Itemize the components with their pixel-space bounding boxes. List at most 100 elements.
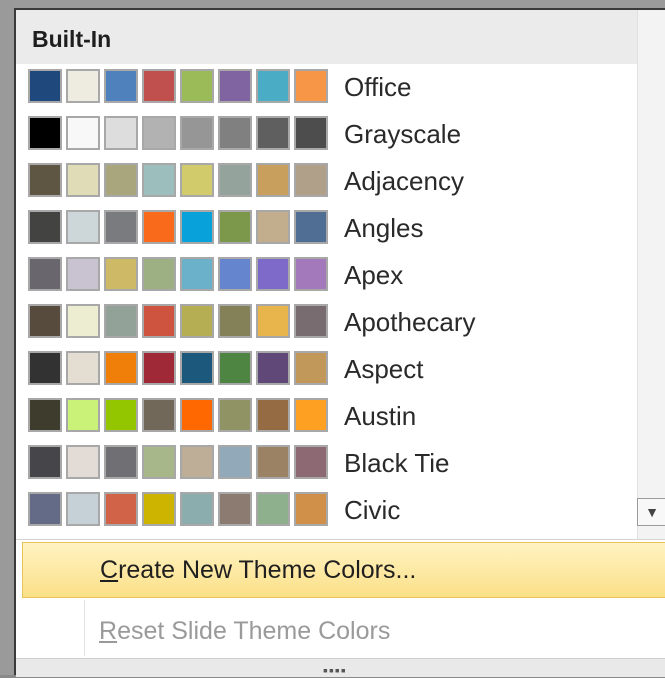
label-text: eset Slide Theme Colors <box>117 617 391 645</box>
color-swatch <box>180 116 214 150</box>
color-swatch <box>218 351 252 385</box>
color-swatch <box>142 210 176 244</box>
color-swatch <box>180 304 214 338</box>
color-swatch <box>28 398 62 432</box>
background-top <box>0 0 665 8</box>
color-swatch <box>142 351 176 385</box>
scrollbar-track[interactable] <box>637 10 665 540</box>
color-swatch <box>142 163 176 197</box>
color-swatch <box>104 163 138 197</box>
color-swatch <box>142 116 176 150</box>
color-swatch <box>256 257 290 291</box>
color-swatch <box>142 69 176 103</box>
color-swatch <box>28 163 62 197</box>
color-swatch <box>294 304 328 338</box>
resize-grip-bar[interactable]: ▪▪▪▪ <box>16 658 665 677</box>
color-swatch <box>104 69 138 103</box>
theme-name-label: Angles <box>344 213 424 243</box>
color-swatch <box>218 492 252 526</box>
color-swatch <box>28 69 62 103</box>
theme-item-aspect[interactable]: Aspect <box>16 346 637 393</box>
color-swatch <box>28 351 62 385</box>
color-swatch <box>142 304 176 338</box>
theme-colors-dropdown: Built-In Office Grayscale Adjacency Angles A… <box>14 8 665 677</box>
color-swatch <box>294 445 328 479</box>
color-swatch <box>104 398 138 432</box>
color-swatch <box>256 163 290 197</box>
color-swatch <box>66 116 100 150</box>
resize-grip-icon: ▪▪▪▪ <box>323 662 347 678</box>
color-swatch <box>180 492 214 526</box>
color-swatch <box>66 163 100 197</box>
color-swatch <box>218 163 252 197</box>
color-swatch <box>28 304 62 338</box>
color-swatch <box>180 210 214 244</box>
color-swatch <box>218 257 252 291</box>
color-swatch <box>66 398 100 432</box>
color-swatch <box>28 257 62 291</box>
color-swatch <box>142 492 176 526</box>
color-swatch <box>218 445 252 479</box>
theme-name-label: Austin <box>344 401 417 431</box>
accelerator-key: C <box>100 556 119 584</box>
color-swatch <box>256 304 290 338</box>
color-swatch <box>256 398 290 432</box>
theme-name-label: Apothecary <box>344 307 476 337</box>
theme-item-civic[interactable]: Civic <box>16 487 637 534</box>
color-swatch <box>28 445 62 479</box>
color-swatch <box>66 445 100 479</box>
color-swatch <box>28 492 62 526</box>
label-text: reate New Theme Colors... <box>118 556 417 584</box>
theme-item-apex[interactable]: Apex <box>16 252 637 299</box>
color-swatch <box>104 445 138 479</box>
color-swatch <box>294 351 328 385</box>
color-swatch <box>180 163 214 197</box>
color-swatch <box>180 351 214 385</box>
color-swatch <box>66 351 100 385</box>
color-swatch <box>256 210 290 244</box>
color-swatch <box>294 163 328 197</box>
theme-item-grayscale[interactable]: Grayscale <box>16 111 637 158</box>
color-swatch <box>66 210 100 244</box>
color-swatch <box>294 69 328 103</box>
theme-item-black-tie[interactable]: Black Tie <box>16 440 637 487</box>
theme-list: Office Grayscale Adjacency Angles Apex Apothe… <box>16 64 637 540</box>
color-swatch <box>256 445 290 479</box>
color-swatch <box>28 210 62 244</box>
color-swatch <box>66 69 100 103</box>
create-new-theme-colors-item[interactable]: Create New Theme Colors... <box>22 542 665 598</box>
color-swatch <box>218 398 252 432</box>
color-swatch <box>66 257 100 291</box>
theme-name-label: Office <box>344 72 412 102</box>
reset-slide-theme-colors-item[interactable]: Reset Slide Theme Colors <box>22 606 665 658</box>
chevron-down-icon: ▼ <box>645 504 659 520</box>
color-swatch <box>294 492 328 526</box>
color-swatch <box>142 398 176 432</box>
theme-item-adjacency[interactable]: Adjacency <box>16 158 637 205</box>
color-swatch <box>104 351 138 385</box>
color-swatch <box>218 210 252 244</box>
color-swatch <box>180 445 214 479</box>
background-left <box>0 0 14 675</box>
color-swatch <box>142 257 176 291</box>
color-swatch <box>104 257 138 291</box>
theme-item-apothecary[interactable]: Apothecary <box>16 299 637 346</box>
section-header-built-in: Built-In <box>16 10 637 64</box>
theme-name-label: Civic <box>344 495 401 525</box>
theme-item-austin[interactable]: Austin <box>16 393 637 440</box>
color-swatch <box>180 398 214 432</box>
theme-item-angles[interactable]: Angles <box>16 205 637 252</box>
theme-item-office[interactable]: Office <box>16 64 637 111</box>
theme-name-label: Apex <box>344 260 404 290</box>
color-swatch <box>66 304 100 338</box>
create-new-theme-colors-label: Create New Theme Colors... <box>100 543 416 597</box>
color-swatch <box>294 210 328 244</box>
color-swatch <box>294 257 328 291</box>
color-swatch <box>104 492 138 526</box>
color-swatch <box>256 492 290 526</box>
color-swatch <box>180 69 214 103</box>
theme-name-label: Grayscale <box>344 119 462 149</box>
scroll-down-button[interactable]: ▼ <box>637 498 665 526</box>
reset-slide-theme-colors-label: Reset Slide Theme Colors <box>99 606 390 656</box>
color-swatch <box>294 398 328 432</box>
